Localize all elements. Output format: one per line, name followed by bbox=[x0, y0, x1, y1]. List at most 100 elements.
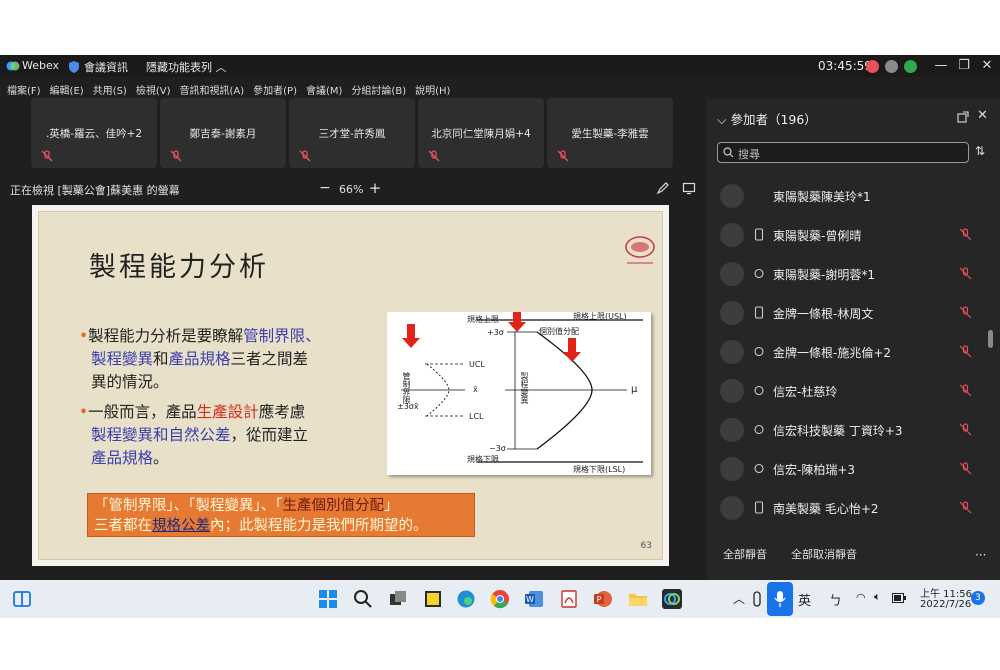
battery-icon[interactable] bbox=[892, 593, 906, 603]
network-icon[interactable] bbox=[885, 60, 898, 73]
sticky-notes-icon[interactable] bbox=[423, 589, 443, 609]
menu-edit[interactable]: 編輯(E) bbox=[50, 82, 84, 97]
popout-icon[interactable] bbox=[682, 181, 696, 195]
thumbnail-name: .英橋-羅云、佳吟+2 bbox=[45, 128, 143, 140]
ime-mode-indicator[interactable]: ㄅ bbox=[829, 590, 842, 609]
menu-share[interactable]: 共用(S) bbox=[93, 82, 127, 97]
popout-panel-icon[interactable] bbox=[957, 111, 969, 123]
muted-mic-icon[interactable] bbox=[959, 501, 972, 514]
bullet-1-line-3: 異的情況。 bbox=[91, 373, 169, 391]
unmute-all-button[interactable]: 全部取消靜音 bbox=[791, 546, 857, 562]
participant-row[interactable]: 東陽製藥-曾俐晴 bbox=[707, 215, 987, 254]
menu-file[interactable]: 檔案(F) bbox=[7, 82, 41, 97]
widgets-icon[interactable] bbox=[12, 589, 32, 609]
participants-header[interactable]: ⌵ 參加者（196） bbox=[717, 109, 817, 128]
hide-menu-button[interactable]: 隱藏功能表列 ︿ bbox=[146, 59, 227, 75]
video-thumbnail[interactable]: 愛生製藥-李雅雲 bbox=[547, 98, 673, 168]
shared-screen[interactable]: 製程能力分析 •製程能力分析是要瞭解管制界限、 製程變異和產品規格三者之間差 異… bbox=[32, 205, 669, 566]
muted-mic-icon[interactable] bbox=[959, 267, 972, 280]
participant-row[interactable]: 東陽製藥-謝明蓉*1 bbox=[707, 254, 987, 293]
stats-icon[interactable] bbox=[904, 60, 917, 73]
volume-icon[interactable]: 🔈︎ bbox=[874, 590, 881, 604]
menu-help[interactable]: 說明(H) bbox=[415, 82, 450, 97]
company-seal-logo bbox=[625, 236, 655, 264]
participant-name: 東陽製藥-曾俐晴 bbox=[773, 229, 862, 243]
participant-row[interactable]: 金牌一條根-施兆倫+2 bbox=[707, 332, 987, 371]
powerpoint-icon[interactable]: P bbox=[593, 589, 613, 609]
ime-language-indicator[interactable]: 英 bbox=[798, 590, 811, 609]
wifi-icon[interactable]: ◠ bbox=[856, 591, 866, 604]
muted-mic-icon bbox=[557, 150, 569, 162]
zoom-in-button[interactable]: + bbox=[368, 179, 382, 197]
search-icon[interactable] bbox=[353, 589, 373, 609]
menu-view[interactable]: 檢視(V) bbox=[136, 82, 171, 97]
participant-row[interactable]: 信宏科技製藥 丁資玲+3 bbox=[707, 410, 987, 449]
close-icon[interactable]: ✕ bbox=[976, 57, 998, 75]
meeting-info-button[interactable]: 會議資訊 bbox=[69, 59, 128, 75]
muted-mic-icon[interactable] bbox=[959, 306, 972, 319]
menu-participants[interactable]: 參加者(P) bbox=[253, 82, 297, 97]
video-thumbnail[interactable]: 三才堂-許秀鳳 bbox=[289, 98, 415, 168]
mute-all-button[interactable]: 全部靜音 bbox=[723, 546, 767, 562]
svg-text:W: W bbox=[526, 595, 534, 604]
participant-search-input[interactable]: 搜尋 bbox=[717, 142, 969, 163]
avatar bbox=[720, 184, 744, 208]
sync-icon bbox=[754, 463, 764, 474]
voice-input-button[interactable] bbox=[767, 582, 793, 616]
meeting-info-label: 會議資訊 bbox=[84, 61, 128, 74]
process-capability-diagram: 規格上限 規格上限(USL) +3σ 個別值分配 製程變異 管制界限 UCL x… bbox=[387, 310, 651, 475]
windows-start-icon[interactable] bbox=[318, 589, 338, 609]
pdf-reader-icon[interactable] bbox=[559, 589, 579, 609]
more-options-icon[interactable]: ··· bbox=[975, 548, 986, 562]
microphone-icon bbox=[774, 591, 786, 607]
video-thumbnail[interactable]: 鄭吉泰-謝素月 bbox=[160, 98, 286, 168]
app-name: Webex bbox=[22, 59, 60, 72]
minimize-icon[interactable]: — bbox=[930, 57, 952, 75]
restore-icon[interactable]: ❐ bbox=[953, 57, 975, 75]
menu-meeting[interactable]: 會議(M) bbox=[306, 82, 342, 97]
pen-icon[interactable] bbox=[750, 589, 764, 609]
participant-name: 金牌一條根-林周文 bbox=[773, 307, 874, 321]
participant-row[interactable]: 金牌一條根-林周文 bbox=[707, 293, 987, 332]
notification-badge[interactable]: 3 bbox=[971, 591, 985, 605]
participant-row[interactable]: 南美製藥 毛心怡+2 bbox=[707, 488, 987, 527]
thumbnail-name: 北京同仁堂陳月娟+4 bbox=[431, 128, 531, 140]
video-thumbnail[interactable]: .英橋-羅云、佳吟+2 bbox=[31, 98, 157, 168]
bullet-2-line-1: •一般而言，產品生產設計應考慮 bbox=[79, 403, 306, 421]
recording-icon[interactable] bbox=[866, 60, 879, 73]
participant-name: 東陽製藥-謝明蓉*1 bbox=[773, 268, 875, 282]
participant-row[interactable]: 信宏-陳柏瑞+3 bbox=[707, 449, 987, 488]
task-view-icon[interactable] bbox=[388, 589, 408, 609]
show-hidden-icons[interactable]: ︿ bbox=[733, 590, 745, 607]
muted-mic-icon[interactable] bbox=[959, 462, 972, 475]
sort-icon[interactable]: ⇅ bbox=[975, 144, 985, 158]
avatar bbox=[720, 418, 744, 442]
summary-line-2: 三者都在規格公差內；此製程能力是我們所期望的。 bbox=[94, 518, 428, 534]
muted-mic-icon[interactable] bbox=[959, 345, 972, 358]
muted-mic-icon[interactable] bbox=[959, 423, 972, 436]
muted-mic-icon[interactable] bbox=[959, 228, 972, 241]
muted-mic-icon[interactable] bbox=[959, 384, 972, 397]
edge-browser-icon[interactable] bbox=[456, 589, 476, 609]
word-icon[interactable]: W bbox=[524, 589, 544, 609]
avatar bbox=[720, 223, 744, 247]
close-panel-icon[interactable]: ✕ bbox=[977, 108, 988, 123]
participant-row[interactable]: 信宏-杜慈玲 bbox=[707, 371, 987, 410]
red-arrow-1 bbox=[402, 324, 420, 348]
participant-row[interactable]: 東陽製藥陳美玲*1 bbox=[707, 176, 987, 215]
menu-breakout[interactable]: 分組討論(B) bbox=[351, 82, 406, 97]
video-thumbnail[interactable]: 北京同仁堂陳月娟+4 bbox=[418, 98, 544, 168]
menu-audio-video[interactable]: 音訊和視訊(A) bbox=[180, 82, 245, 97]
webex-taskbar-icon[interactable] bbox=[662, 589, 682, 609]
participants-title: 參加者（196） bbox=[730, 112, 817, 127]
file-explorer-icon[interactable] bbox=[628, 589, 648, 609]
taskbar-date[interactable]: 2022/7/26 bbox=[920, 599, 971, 610]
avatar bbox=[720, 301, 744, 325]
menu-bar: 檔案(F) 編輯(E) 共用(S) 檢視(V) 音訊和視訊(A) 參加者(P) … bbox=[0, 81, 1000, 97]
sync-icon bbox=[754, 346, 764, 357]
participants-scrollbar[interactable] bbox=[988, 330, 993, 348]
taskbar-time[interactable]: 上午 11:56 bbox=[920, 585, 972, 600]
chrome-browser-icon[interactable] bbox=[490, 589, 510, 609]
zoom-out-button[interactable]: − bbox=[318, 180, 332, 196]
annotate-icon[interactable] bbox=[656, 181, 670, 195]
